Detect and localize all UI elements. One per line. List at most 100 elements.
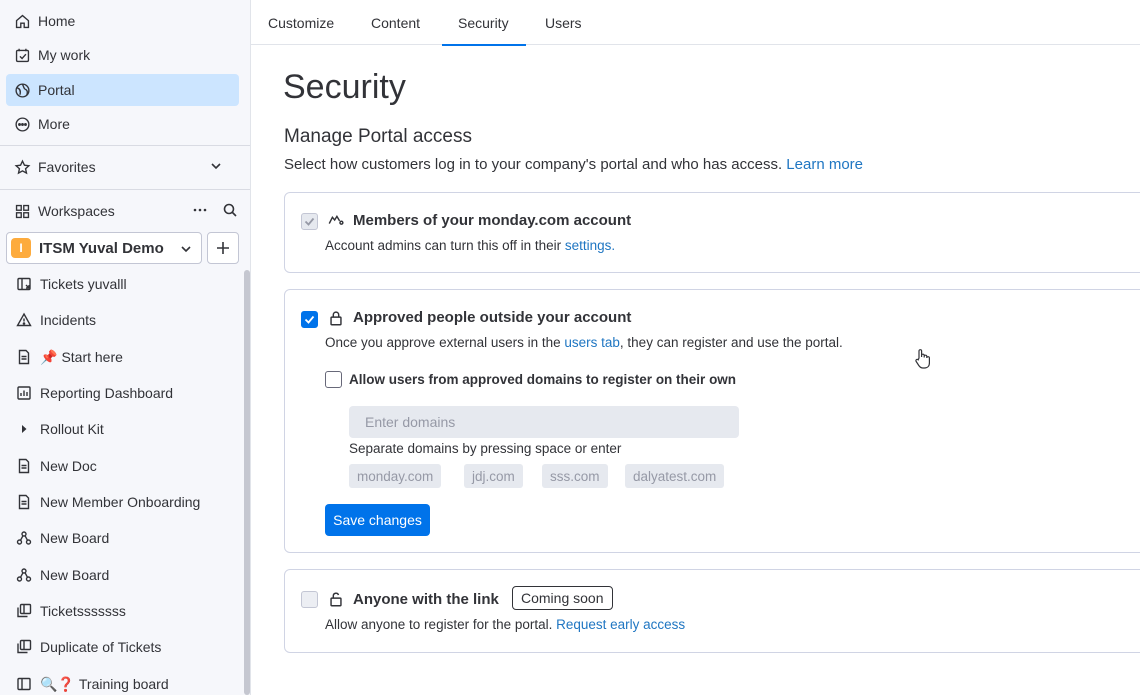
check-icon <box>304 315 315 324</box>
sidebar-scrollbar[interactable] <box>244 270 250 695</box>
domain-chip[interactable]: sss.com <box>542 464 608 488</box>
board-item[interactable]: Ticketsssssss <box>6 595 239 627</box>
search-icon[interactable] <box>222 202 238 221</box>
chevron-down-icon <box>181 246 191 253</box>
page-title: Security <box>283 68 406 106</box>
dashboard-icon <box>14 383 34 403</box>
doc-icon <box>14 347 34 367</box>
board-item[interactable]: 🔍❓ Training board <box>6 668 239 695</box>
add-workspace-item-button[interactable] <box>207 232 239 264</box>
board-label: New Doc <box>40 458 97 474</box>
board-item[interactable]: Tickets yuvalll <box>6 268 239 300</box>
desc-text: Allow anyone to register for the portal. <box>325 617 557 632</box>
board-item[interactable]: 📌 Start here <box>6 341 239 373</box>
desc-text: Account admins can turn this off in thei… <box>325 238 565 253</box>
domain-chip[interactable]: monday.com <box>349 464 442 488</box>
pin-emoji: 📌 <box>40 348 58 365</box>
nav-more[interactable]: More <box>6 108 239 140</box>
nav-portal[interactable]: Portal <box>6 74 239 106</box>
favorites-toggle[interactable]: Favorites <box>6 151 239 183</box>
board-label: Incidents <box>40 312 97 328</box>
nav-label: My work <box>38 47 91 63</box>
option-description: Allow anyone to register for the portal.… <box>325 617 685 632</box>
option-title: Approved people outside your account <box>353 309 632 326</box>
grid-icon <box>12 201 32 221</box>
divider <box>0 189 250 190</box>
check-icon <box>304 217 315 226</box>
anyone-checkbox[interactable] <box>301 591 318 608</box>
board-label: Reporting Dashboard <box>40 385 174 401</box>
board-item[interactable]: Duplicate of Tickets <box>6 631 239 663</box>
learn-more-link[interactable]: Learn more <box>786 156 863 173</box>
workflow-icon <box>14 565 34 585</box>
workflow-icon <box>14 528 34 548</box>
option-title: Anyone with the link <box>353 591 499 608</box>
nav-label: More <box>38 116 70 132</box>
board-icon <box>14 274 34 294</box>
chevron-down-icon <box>211 163 221 170</box>
board-item[interactable]: Incidents <box>6 304 239 336</box>
tab-customize[interactable]: Customize <box>268 0 334 45</box>
domain-chip[interactable]: jdj.com <box>464 464 523 488</box>
board-label: New Board <box>40 530 110 546</box>
domains-input[interactable]: Enter domains <box>349 406 739 438</box>
board-item[interactable]: New Board <box>6 559 239 591</box>
domain-chip[interactable]: dalyatest.com <box>625 464 725 488</box>
board-item[interactable]: Reporting Dashboard <box>6 377 239 409</box>
caret-right-icon <box>14 419 34 439</box>
allow-domains-checkbox[interactable] <box>325 371 342 388</box>
allow-domains-label: Allow users from approved domains to reg… <box>349 372 737 387</box>
board-label: Duplicate of Tickets <box>40 639 162 655</box>
desc-text: , they can register and use the portal. <box>619 335 843 350</box>
tab-label: Customize <box>268 14 335 31</box>
tab-bar: Customize Content Security Users <box>251 0 1140 46</box>
section-description: Select how customers log in to your comp… <box>284 156 863 173</box>
panel-icon <box>14 674 34 694</box>
board-copy-icon <box>14 601 34 621</box>
tab-content[interactable]: Content <box>371 0 420 45</box>
domains-hint: Separate domains by pressing space or en… <box>349 441 622 456</box>
request-early-access-link[interactable]: Request early access <box>556 617 685 632</box>
nav-home[interactable]: Home <box>6 5 239 37</box>
more-icon <box>12 114 32 134</box>
option-title: Members of your monday.com account <box>353 212 632 229</box>
board-label: Start here <box>61 349 123 365</box>
board-item[interactable]: New Board <box>6 522 239 554</box>
tab-label: Content <box>371 14 421 31</box>
board-copy-icon <box>14 637 34 657</box>
workspace-select[interactable]: I ITSM Yuval Demo <box>6 232 202 264</box>
option-description: Once you approve external users in the u… <box>325 335 843 350</box>
section-desc-text: Select how customers log in to your comp… <box>284 156 783 173</box>
save-changes-button[interactable]: Save changes <box>325 504 430 536</box>
workspace-name: ITSM Yuval Demo <box>39 239 164 257</box>
board-item[interactable]: New Member Onboarding <box>6 486 239 518</box>
favorites-label: Favorites <box>38 159 96 175</box>
option-card-members: Members of your monday.com account Accou… <box>284 192 1140 273</box>
folder-item[interactable]: Rollout Kit <box>6 413 239 445</box>
more-horizontal-icon[interactable] <box>192 202 208 221</box>
tab-users[interactable]: Users <box>545 0 582 45</box>
workspace-actions <box>192 195 238 227</box>
approved-checkbox[interactable] <box>301 311 318 328</box>
doc-icon <box>14 456 34 476</box>
users-tab-link[interactable]: users tab <box>564 335 620 350</box>
star-icon <box>12 157 32 177</box>
hand-cursor-icon <box>915 349 930 369</box>
desc-text: Once you approve external users in the <box>325 335 565 350</box>
option-card-approved: Approved people outside your account Onc… <box>284 289 1140 553</box>
option-description: Account admins can turn this off in thei… <box>325 238 615 253</box>
board-label: Ticketsssssss <box>40 603 126 619</box>
calendar-check-icon <box>12 45 32 65</box>
board-item[interactable]: New Doc <box>6 450 239 482</box>
nav-label: Portal <box>38 82 75 98</box>
domains-placeholder: Enter domains <box>365 414 456 430</box>
settings-link[interactable]: settings. <box>565 238 615 253</box>
tab-security[interactable]: Security <box>442 0 526 46</box>
sidebar: Home My work Portal More Favorites Works… <box>0 0 251 695</box>
nav-my-work[interactable]: My work <box>6 39 239 71</box>
board-label: Rollout Kit <box>40 421 104 437</box>
home-icon <box>12 11 32 31</box>
members-checkbox[interactable] <box>301 213 318 230</box>
board-label: Tickets yuvalll <box>40 276 127 292</box>
board-label: Training board <box>78 676 169 692</box>
